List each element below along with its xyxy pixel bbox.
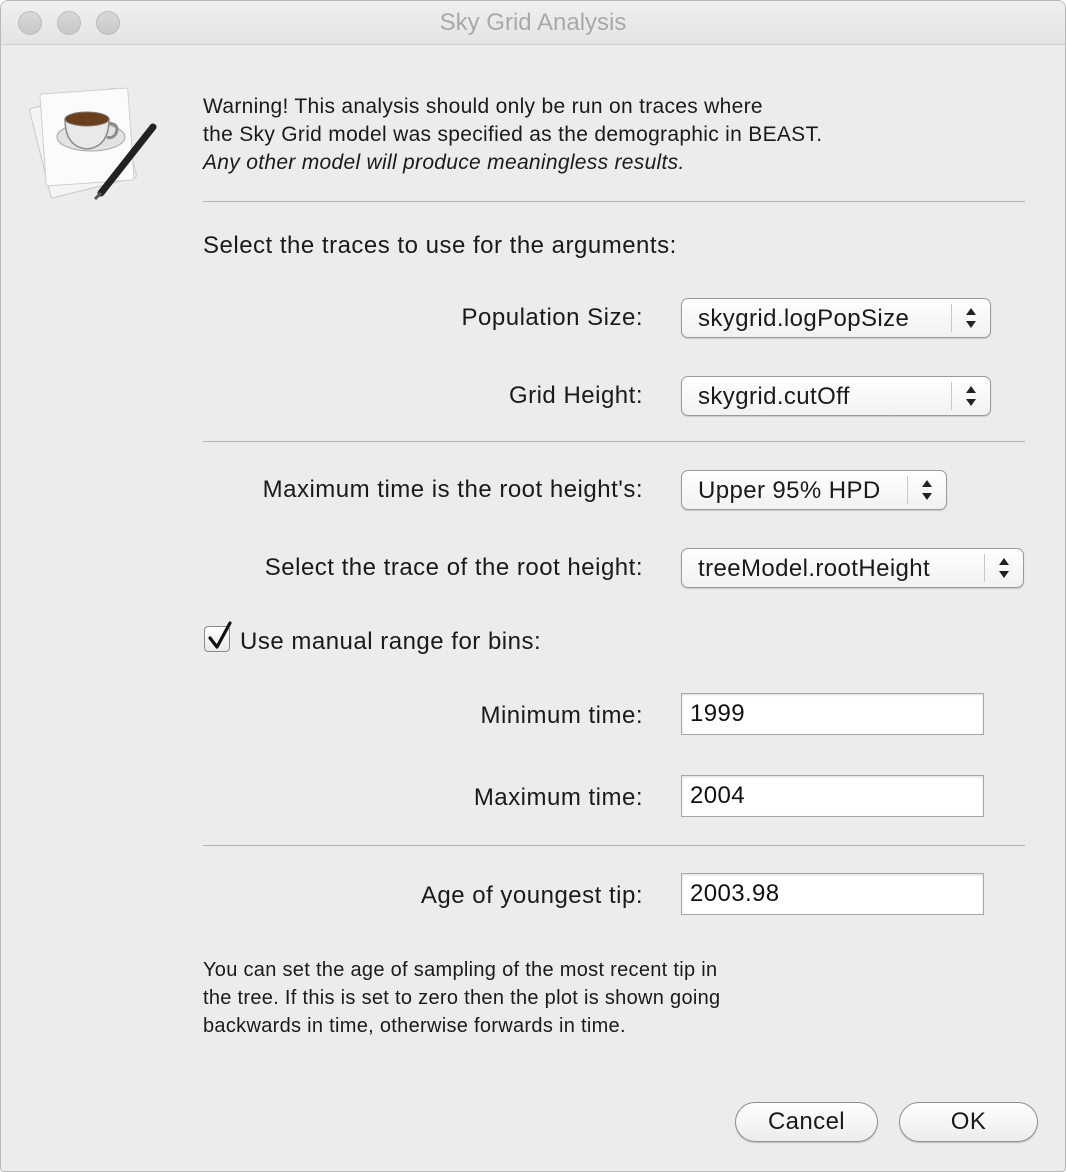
manual-range-checkbox[interactable] [204, 621, 232, 652]
root-height-trace-select[interactable]: treeModel.rootHeight [681, 548, 1024, 588]
title-bar: Sky Grid Analysis [1, 1, 1065, 45]
checkmark-icon [208, 621, 232, 649]
maximum-time-label: Maximum time: [473, 784, 643, 811]
info-message: You can set the age of sampling of the m… [203, 956, 720, 1040]
warning-line-2: the Sky Grid model was specified as the … [203, 123, 823, 146]
window-title: Sky Grid Analysis [439, 9, 627, 36]
minimum-time-label: Minimum time: [480, 702, 643, 729]
max-time-root-label: Maximum time is the root height's: [262, 476, 643, 503]
max-time-root-select[interactable]: Upper 95% HPD [681, 470, 947, 510]
youngest-tip-input[interactable]: 2003.98 [681, 873, 984, 915]
grid-height-value: skygrid.cutOff [698, 383, 850, 410]
dialog-window: Sky Grid Analysis Warning! This analysis… [0, 0, 1066, 1172]
separator [203, 845, 1025, 846]
updown-arrows-icon [907, 476, 946, 504]
maximum-time-input[interactable]: 2004 [681, 775, 984, 817]
info-line-2: the tree. If this is set to zero then th… [203, 987, 721, 1009]
updown-arrows-icon [984, 554, 1023, 582]
updown-arrows-icon [951, 304, 990, 332]
root-height-trace-value: treeModel.rootHeight [698, 555, 931, 582]
youngest-tip-label: Age of youngest tip: [420, 882, 643, 909]
warning-message: Warning! This analysis should only be ru… [203, 93, 822, 177]
info-line-3: backwards in time, otherwise forwards in… [203, 1015, 626, 1037]
population-size-select[interactable]: skygrid.logPopSize [681, 298, 991, 338]
ok-button[interactable]: OK [899, 1102, 1038, 1142]
root-height-trace-label: Select the trace of the root height: [264, 554, 643, 581]
warning-line-1: Warning! This analysis should only be ru… [203, 95, 763, 118]
separator [203, 441, 1025, 442]
cancel-button[interactable]: Cancel [735, 1102, 878, 1142]
grid-height-label: Grid Height: [508, 382, 643, 409]
updown-arrows-icon [951, 382, 990, 410]
info-line-1: You can set the age of sampling of the m… [203, 959, 718, 981]
warning-line-3: Any other model will produce meaningless… [203, 151, 685, 174]
population-size-label: Population Size: [461, 304, 643, 331]
separator [203, 201, 1025, 202]
manual-range-label[interactable]: Use manual range for bins: [240, 628, 541, 656]
max-time-root-value: Upper 95% HPD [698, 477, 881, 504]
population-size-value: skygrid.logPopSize [698, 305, 910, 332]
minimum-time-input[interactable]: 1999 [681, 693, 984, 735]
grid-height-select[interactable]: skygrid.cutOff [681, 376, 991, 416]
coffee-cup-pen-icon [29, 75, 159, 201]
select-traces-heading: Select the traces to use for the argumen… [203, 232, 677, 259]
